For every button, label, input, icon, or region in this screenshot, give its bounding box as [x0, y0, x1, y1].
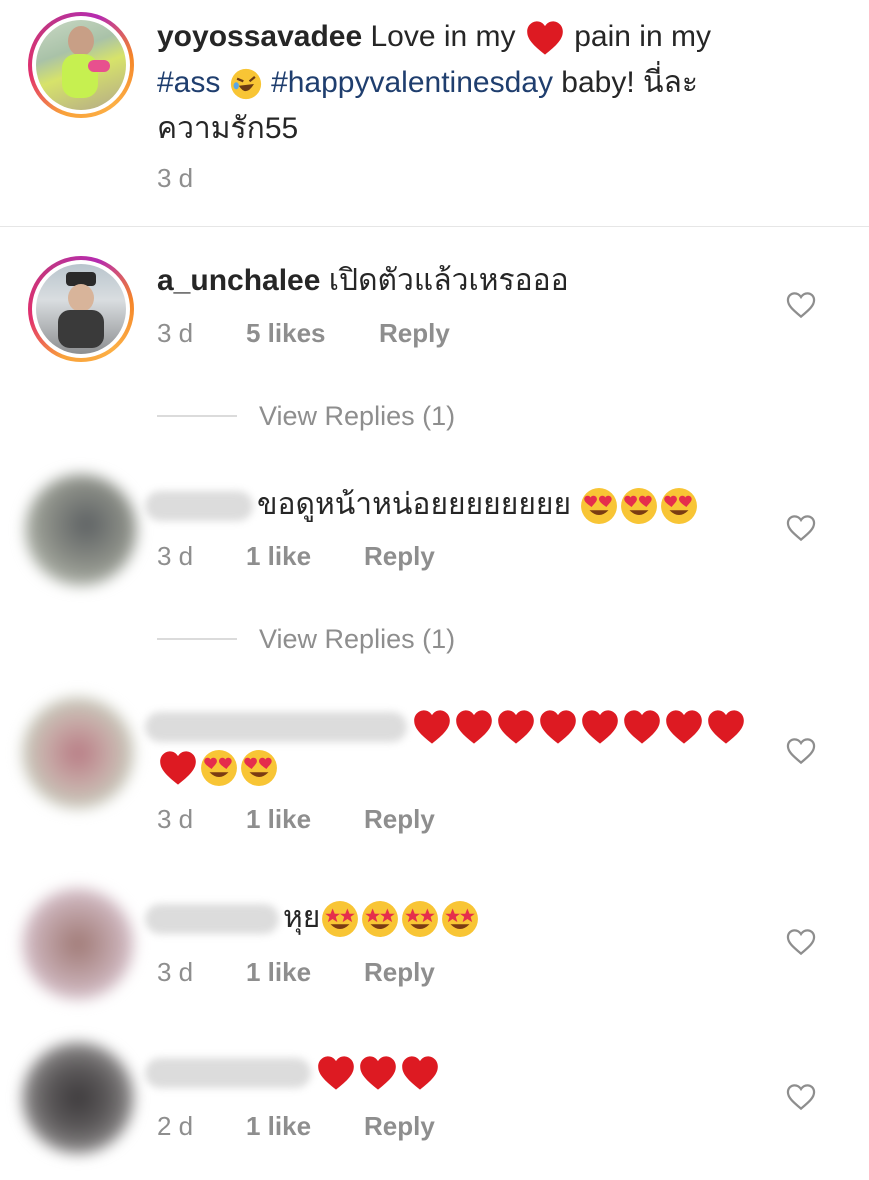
post-caption: yoyossavadee Love in my pain in my #ass … [157, 20, 711, 145]
star-struck-emoji [321, 900, 359, 938]
heart-eyes-emoji [620, 487, 658, 525]
post-timestamp: 3 d [157, 163, 194, 193]
like-heart-icon[interactable] [786, 1083, 816, 1111]
view-replies-button[interactable]: View Replies (1) [259, 624, 455, 655]
comment-timestamp: 3 d [157, 804, 194, 834]
star-struck-emoji [441, 900, 479, 938]
hashtag-link[interactable]: #ass [157, 66, 220, 99]
red-heart-emoji [581, 709, 619, 745]
reply-button[interactable]: Reply [379, 318, 450, 349]
reply-button[interactable]: Reply [364, 804, 435, 835]
hashtag-link[interactable]: #happyvalentinesday [271, 66, 553, 99]
comment-text [145, 1050, 441, 1094]
likes-count[interactable]: 1 like [246, 957, 311, 988]
comment-timestamp: 3 d [157, 957, 194, 987]
likes-count[interactable]: 5 likes [246, 318, 326, 349]
divider [0, 226, 869, 227]
likes-count[interactable]: 1 like [246, 541, 311, 572]
comment-text [145, 704, 747, 748]
star-struck-emoji [401, 900, 439, 938]
comment-text: ขอดูหน้าหน่อยยยยยยยย [145, 483, 699, 527]
heart-eyes-emoji [660, 487, 698, 525]
likes-count[interactable]: 1 like [246, 1111, 311, 1142]
post-username[interactable]: yoyossavadee [157, 20, 362, 53]
blurred-username[interactable] [145, 1058, 311, 1089]
star-struck-emoji [361, 900, 399, 938]
red-heart-emoji [539, 709, 577, 745]
red-heart-emoji [413, 709, 451, 745]
heart-eyes-emoji [580, 487, 618, 525]
red-heart-emoji [497, 709, 535, 745]
avatar[interactable] [22, 888, 134, 1000]
avatar[interactable] [22, 1042, 134, 1154]
red-heart-emoji [317, 1055, 355, 1091]
comment-timestamp: 2 d [157, 1111, 194, 1141]
red-heart-emoji [359, 1055, 397, 1091]
blurred-username[interactable] [145, 904, 279, 935]
comment-text: หุย [145, 896, 480, 940]
blurred-username[interactable] [145, 491, 253, 522]
avatar[interactable] [25, 474, 137, 586]
red-heart-emoji [159, 750, 197, 786]
like-heart-icon[interactable] [786, 291, 816, 319]
reply-button[interactable]: Reply [364, 1111, 435, 1142]
like-heart-icon[interactable] [786, 928, 816, 956]
red-heart-emoji [455, 709, 493, 745]
red-heart-emoji [665, 709, 703, 745]
red-heart-emoji [526, 20, 564, 56]
rolling-laughing-emoji [230, 68, 262, 100]
like-heart-icon[interactable] [786, 737, 816, 765]
blurred-username[interactable] [145, 712, 407, 743]
view-replies-line [157, 415, 237, 417]
post-avatar[interactable] [28, 12, 134, 118]
view-replies-button[interactable]: View Replies (1) [259, 401, 455, 432]
comment-text: a_unchalee เปิดตัวแล้วเหรอออ [157, 264, 569, 297]
avatar[interactable] [28, 256, 134, 362]
comment-timestamp: 3 d [157, 541, 194, 571]
view-replies-line [157, 638, 237, 640]
comment-text-line2 [157, 745, 279, 789]
like-heart-icon[interactable] [786, 514, 816, 542]
reply-button[interactable]: Reply [364, 957, 435, 988]
comment-timestamp: 3 d [157, 318, 194, 348]
red-heart-emoji [401, 1055, 439, 1091]
red-heart-emoji [623, 709, 661, 745]
comment-username[interactable]: a_unchalee [157, 264, 320, 297]
likes-count[interactable]: 1 like [246, 804, 311, 835]
avatar[interactable] [22, 697, 134, 809]
heart-eyes-emoji [240, 749, 278, 787]
heart-eyes-emoji [200, 749, 238, 787]
red-heart-emoji [707, 709, 745, 745]
reply-button[interactable]: Reply [364, 541, 435, 572]
